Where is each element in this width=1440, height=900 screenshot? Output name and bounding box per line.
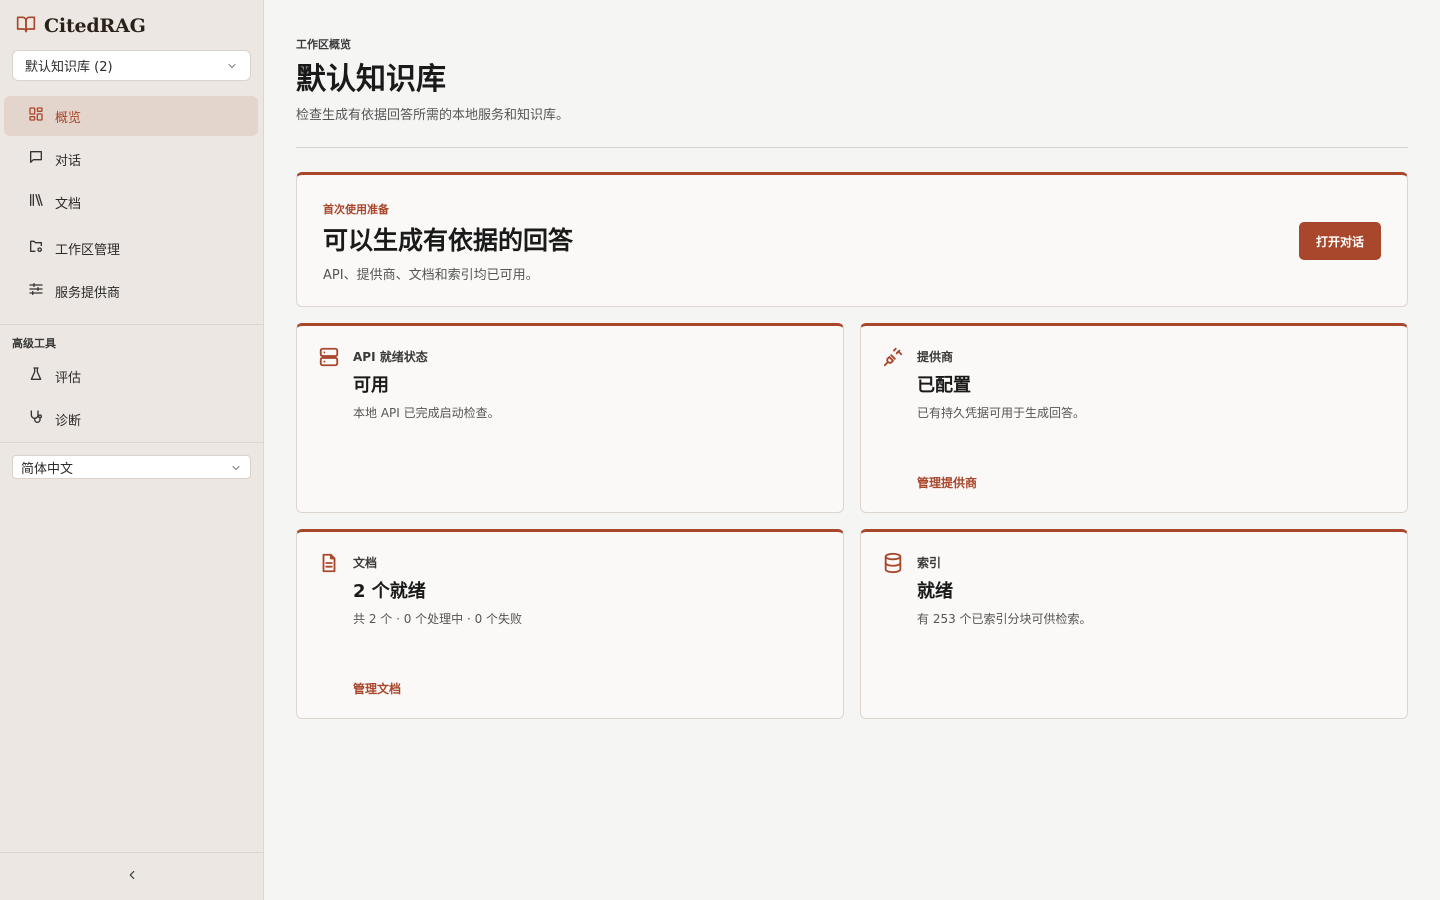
book-icon: [16, 14, 36, 38]
nav-item-evaluation[interactable]: 评估: [4, 356, 258, 396]
tile-detail: 共 2 个 · 0 个处理中 · 0 个失败: [353, 612, 523, 626]
nav-item-overview[interactable]: 概览: [4, 96, 258, 136]
nav-item-providers[interactable]: 服务提供商: [4, 271, 258, 311]
provider-card: 提供商 已配置 已有持久凭据可用于生成回答。 管理提供商: [860, 323, 1408, 513]
tile-label: 索引: [917, 556, 942, 570]
language-select-value: 简体中文: [21, 461, 74, 477]
app-name: CitedRAG: [44, 15, 146, 37]
grid-icon: [28, 106, 44, 126]
tile-detail: 已有持久凭据可用于生成回答。: [917, 406, 1086, 420]
sidebar-divider: [0, 442, 264, 443]
library-icon: [28, 192, 44, 212]
index-card: 索引 就绪 有 253 个已索引分块可供检索。: [860, 529, 1408, 719]
folder-settings-icon: [28, 238, 44, 258]
hero-title: 可以生成有依据的回答: [323, 226, 574, 255]
open-chat-button[interactable]: 打开对话: [1299, 222, 1381, 260]
sliders-icon: [28, 281, 44, 301]
chevron-down-icon: [230, 462, 242, 478]
database-icon: [882, 552, 904, 578]
manage-documents-link[interactable]: 管理文档: [353, 680, 401, 697]
page-subtitle: 检查生成有依据回答所需的本地服务和知识库。: [296, 108, 570, 123]
nav-item-documents[interactable]: 文档: [4, 182, 258, 222]
chevron-down-icon: [226, 60, 238, 76]
nav-item-label: 概览: [55, 110, 82, 126]
nav-item-label: 对话: [55, 153, 82, 169]
tile-value: 就绪: [917, 581, 953, 602]
hero-kicker: 首次使用准备: [323, 203, 389, 216]
language-select[interactable]: 简体中文: [12, 455, 251, 479]
tile-label: API 就绪状态: [353, 350, 428, 364]
sidebar: CitedRAG 默认知识库 (2) 概览 对话 文档 工作区管理 服务提供商 …: [0, 0, 264, 900]
brand[interactable]: CitedRAG: [16, 14, 146, 38]
api-status-card: API 就绪状态 可用 本地 API 已完成启动检查。: [296, 323, 844, 513]
tile-detail: 本地 API 已完成启动检查。: [353, 406, 500, 420]
page-eyebrow: 工作区概览: [296, 38, 351, 51]
plug-icon: [882, 346, 904, 372]
workspace-select[interactable]: 默认知识库 (2): [12, 50, 251, 81]
nav-item-workspace-management[interactable]: 工作区管理: [4, 228, 258, 268]
tile-label: 提供商: [917, 350, 954, 364]
tile-detail: 有 253 个已索引分块可供检索。: [917, 612, 1092, 626]
readiness-hero-card: 首次使用准备 可以生成有依据的回答 API、提供商、文档和索引均已可用。 打开对…: [296, 172, 1408, 307]
nav-item-diagnostics[interactable]: 诊断: [4, 399, 258, 439]
sidebar-divider: [0, 852, 264, 853]
nav-item-label: 工作区管理: [55, 242, 121, 258]
nav-item-label: 文档: [55, 196, 82, 212]
nav-item-label: 服务提供商: [55, 285, 121, 301]
document-icon: [318, 552, 340, 578]
nav-item-label: 评估: [55, 370, 82, 386]
tile-value: 可用: [353, 375, 389, 396]
sidebar-divider: [0, 324, 264, 325]
collapse-sidebar-button[interactable]: [122, 866, 142, 886]
tile-value: 已配置: [917, 375, 971, 396]
chat-icon: [28, 149, 44, 169]
tile-label: 文档: [353, 556, 378, 570]
server-icon: [318, 346, 340, 372]
advanced-tools-label: 高级工具: [12, 337, 56, 350]
tile-value: 2 个就绪: [353, 581, 426, 602]
header-divider: [296, 147, 1408, 148]
hero-description: API、提供商、文档和索引均已可用。: [323, 268, 539, 283]
documents-card: 文档 2 个就绪 共 2 个 · 0 个处理中 · 0 个失败 管理文档: [296, 529, 844, 719]
flask-icon: [28, 366, 44, 386]
stethoscope-icon: [28, 409, 44, 429]
nav-item-label: 诊断: [55, 413, 82, 429]
chevron-left-icon: [125, 867, 139, 886]
page-title: 默认知识库: [296, 62, 446, 97]
manage-providers-link[interactable]: 管理提供商: [917, 474, 977, 491]
workspace-select-value: 默认知识库 (2): [25, 60, 113, 75]
nav-item-chat[interactable]: 对话: [4, 139, 258, 179]
